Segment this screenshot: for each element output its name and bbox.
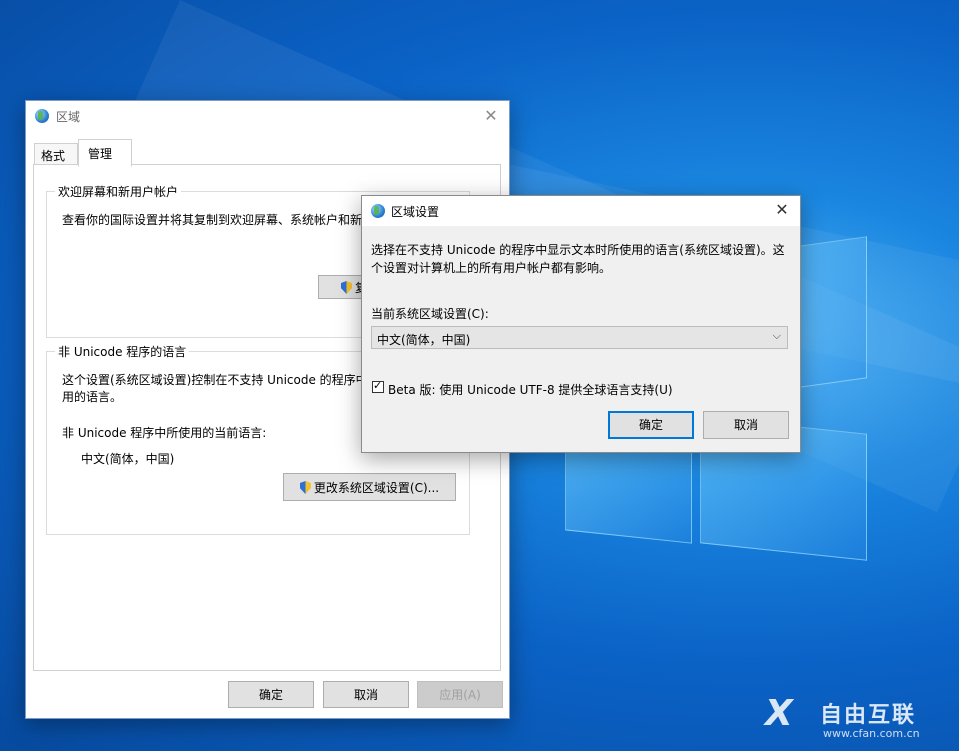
checkmark-icon: ✓ [373, 379, 383, 392]
tab-format-label: 格式 [41, 149, 66, 163]
beta-utf8-checkbox[interactable]: ✓ [372, 379, 384, 393]
ok-button[interactable]: 确定 [608, 411, 694, 439]
tab-manage[interactable]: 管理 [78, 139, 132, 167]
close-icon[interactable]: ✕ [477, 105, 505, 127]
beta-utf8-label[interactable]: Beta 版: 使用 Unicode UTF-8 提供全球语言支持(U) [388, 381, 673, 398]
current-locale-label: 当前系统区域设置(C): [371, 307, 489, 321]
cancel-button[interactable]: 取消 [323, 681, 409, 708]
watermark-logo-icon: X [765, 693, 793, 734]
chevron-down-icon: ⌵ [772, 329, 781, 342]
locale-select[interactable]: 中文(简体，中国) ⌵ [371, 326, 788, 349]
region-settings-dialog: 区域设置 ✕ 选择在不支持 Unicode 的程序中显示文本时所使用的语言(系统… [361, 195, 801, 453]
dialog-description: 选择在不支持 Unicode 的程序中显示文本时所使用的语言(系统区域设置)。这 [371, 243, 785, 257]
globe-icon [371, 204, 385, 218]
welcome-description: 查看你的国际设置并将其复制到欢迎屏幕、系统帐户和新 [62, 213, 363, 227]
dialog-description: 个设置对计算机上的所有用户帐户都有影响。 [371, 261, 612, 275]
current-language-value: 中文(简体，中国) [81, 452, 175, 466]
watermark-brand: 自由互联 [820, 703, 917, 728]
cancel-button[interactable]: 取消 [703, 411, 789, 439]
current-language-label: 非 Unicode 程序中所使用的当前语言: [62, 426, 267, 440]
nonunicode-description: 这个设置(系统区域设置)控制在不支持 Unicode 的程序中 [62, 373, 368, 387]
tab-format[interactable]: 格式 [34, 143, 78, 165]
watermark-url: www.cfan.com.cn [823, 727, 920, 740]
ok-button[interactable]: 确定 [228, 681, 314, 708]
shield-icon [341, 281, 352, 294]
nonunicode-description: 用的语言。 [62, 390, 123, 404]
dialog-titlebar[interactable]: 区域设置 ✕ [362, 196, 800, 226]
region-window-titlebar[interactable]: 区域 ✕ [26, 101, 509, 131]
watermark: X 自由互联 www.cfan.com.cn [765, 693, 955, 748]
tab-manage-label: 管理 [88, 147, 113, 161]
dialog-body: 选择在不支持 Unicode 的程序中显示文本时所使用的语言(系统区域设置)。这… [362, 226, 800, 452]
change-system-locale-label: 更改系统区域设置(C)... [313, 481, 440, 495]
group-title: 非 Unicode 程序的语言 [55, 343, 190, 360]
change-system-locale-button[interactable]: 更改系统区域设置(C)... [283, 473, 456, 501]
dialog-title: 区域设置 [391, 205, 440, 219]
group-title: 欢迎屏幕和新用户帐户 [55, 183, 182, 200]
close-icon[interactable]: ✕ [768, 199, 796, 221]
apply-button[interactable]: 应用(A) [417, 681, 503, 708]
window-title: 区域 [56, 110, 81, 124]
shield-icon [299, 481, 311, 494]
globe-icon [35, 109, 49, 123]
locale-select-value: 中文(简体，中国) [377, 333, 471, 347]
